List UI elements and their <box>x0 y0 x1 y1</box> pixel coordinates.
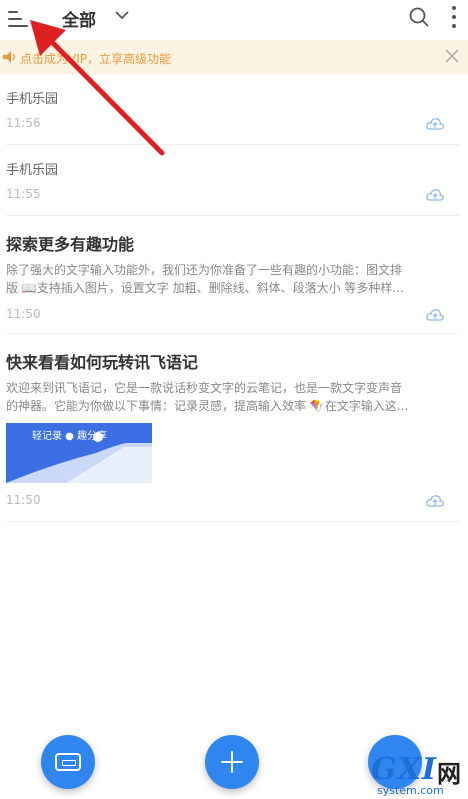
note-time: 11:56 <box>6 116 41 130</box>
cloud-upload-icon[interactable] <box>426 308 444 322</box>
note-excerpt: 除了强大的文字输入功能外，我们还为你准备了一些有趣的小功能：图文排 <box>6 263 403 277</box>
note-item[interactable]: 手机乐园 11:56 <box>0 74 468 146</box>
top-bar: 全部 <box>0 0 468 40</box>
close-icon[interactable] <box>444 48 460 64</box>
menu-icon[interactable] <box>8 9 30 29</box>
note-item[interactable]: 手机乐园 11:55 <box>0 145 468 217</box>
cloud-upload-icon[interactable] <box>426 188 444 202</box>
speaker-icon <box>3 51 16 63</box>
search-icon[interactable] <box>408 6 430 28</box>
note-time: 11:50 <box>6 493 41 507</box>
more-icon[interactable] <box>450 6 458 32</box>
vip-banner-text: 点击成为VIP，立享高级功能 <box>20 52 171 66</box>
keyboard-input-button[interactable] <box>41 735 95 789</box>
divider <box>6 521 460 522</box>
note-title: 手机乐园 <box>6 92 59 107</box>
cloud-upload-icon[interactable] <box>426 494 444 508</box>
add-note-button[interactable] <box>205 735 259 789</box>
notes-list-screen: 全部 点击成为VIP，立享高级功能 手机乐园 11:56 手机乐园 11:55 … <box>0 0 468 799</box>
vip-banner[interactable]: 点击成为VIP，立享高级功能 <box>0 40 468 74</box>
note-title: 探索更多有趣功能 <box>6 235 135 254</box>
note-excerpt: 的神器。它能为你做以下事情：记录灵感，提高输入效率 🪁在文字输入这... <box>6 399 409 413</box>
divider <box>6 215 460 216</box>
watermark-logo: GXI 网 system.com <box>365 752 468 799</box>
plus-icon <box>221 751 243 773</box>
note-title: 手机乐园 <box>6 163 59 178</box>
divider <box>6 333 460 334</box>
note-thumbnail-image[interactable]: 轻记录 ● 趣分享 <box>6 423 152 483</box>
cloud-upload-icon[interactable] <box>426 117 444 131</box>
chevron-down-icon[interactable] <box>113 6 131 24</box>
folder-title[interactable]: 全部 <box>62 6 96 31</box>
note-excerpt: 版 📖支持插入图片，设置文字 加粗、删除线、斜体、段落大小 等多种样... <box>6 281 404 295</box>
note-item[interactable]: 探索更多有趣功能 除了强大的文字输入功能外，我们还为你准备了一些有趣的小功能：图… <box>0 217 468 335</box>
note-title: 快来看看如何玩转讯飞语记 <box>6 353 199 372</box>
note-item[interactable]: 快来看看如何玩转讯飞语记 欢迎来到讯飞语记，它是一款说话秒变文字的云笔记，也是一… <box>0 335 468 523</box>
note-time: 11:50 <box>6 307 41 321</box>
watermark-brand: GXI <box>371 752 437 787</box>
thumbnail-caption: 轻记录 ● 趣分享 <box>32 431 108 442</box>
keyboard-icon <box>55 753 81 771</box>
note-excerpt: 欢迎来到讯飞语记，它是一款说话秒变文字的云笔记，也是一款文字变声音 <box>6 381 403 395</box>
watermark-domain: system.com <box>377 784 444 797</box>
note-time: 11:55 <box>6 187 41 201</box>
